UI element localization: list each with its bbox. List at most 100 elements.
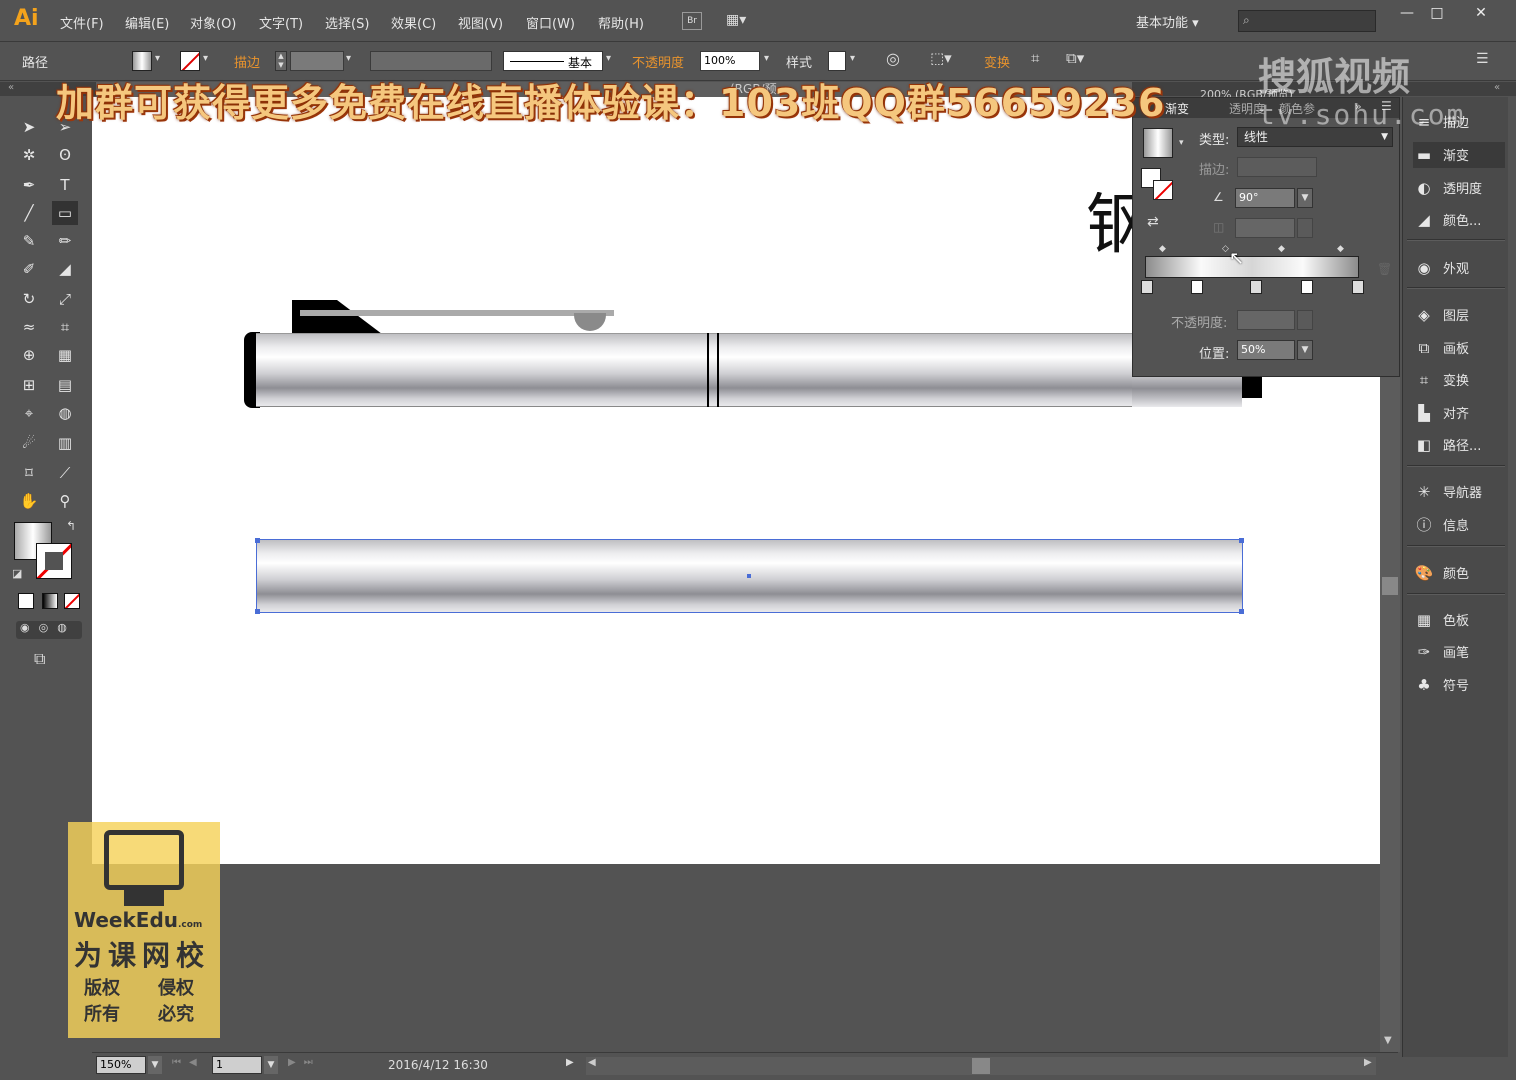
style-dropdown-icon[interactable]: ▾ [850,53,855,64]
bridge-button[interactable]: Br [682,12,702,30]
dock-color[interactable]: 🎨 颜色 [1413,560,1505,586]
artboard-number-input[interactable]: 1 [212,1056,262,1074]
rectangle-tool-icon[interactable]: ▭ [52,201,78,225]
artboard-nav-next-icons[interactable]: ▶⏭ [288,1057,321,1068]
tab-gradient[interactable]: 渐变 [1165,100,1189,117]
gradient-preview-swatch[interactable] [1143,128,1173,158]
opacity-dropdown-icon[interactable]: ▾ [764,53,769,64]
stop-location-input[interactable]: 50% [1237,340,1295,360]
brush-dropdown-icon[interactable]: ▾ [606,53,611,64]
dock-layers[interactable]: ◈ 图层 [1413,302,1505,328]
slice-tool-icon[interactable]: ⟋ [52,461,78,485]
close-button[interactable]: ✕ [1456,2,1506,24]
artboard-dropdown-icon[interactable]: ▼ [264,1056,278,1074]
selection-handle-tl[interactable] [255,538,260,543]
selection-handle-br[interactable] [1239,609,1244,614]
menu-type[interactable]: 文字(T) [259,13,303,32]
scroll-right-icon[interactable]: ▶ [1364,1057,1372,1068]
selection-center-point[interactable] [747,574,751,578]
stroke-indicator[interactable] [1153,180,1173,200]
color-stop-4[interactable] [1301,280,1313,294]
dock-align[interactable]: ▙ 对齐 [1413,400,1505,426]
dock-artboards[interactable]: ⧉ 画板 [1413,335,1505,361]
menu-edit[interactable]: 编辑(E) [125,13,169,32]
menu-effect[interactable]: 效果(C) [391,13,436,32]
dock-transform[interactable]: ⌗ 变换 [1413,367,1505,393]
midpoint-diamond-2[interactable]: ◇ [1222,244,1229,254]
stroke-dropdown-icon[interactable]: ▾ [203,53,208,64]
stroke-weight-label[interactable]: 描边 [234,52,260,71]
color-stop-1[interactable] [1141,280,1153,294]
zoom-level-input[interactable]: 150% [96,1056,146,1074]
gradient-preset-dropdown-icon[interactable]: ▾ [1179,138,1184,148]
horizontal-scrollbar[interactable]: ◀ ▶ [586,1057,1376,1075]
opacity-input[interactable]: 100% [700,51,760,71]
stroke-weight-dropdown-icon[interactable]: ▾ [346,53,351,64]
selection-handle-bl[interactable] [255,609,260,614]
stroke-color-swatch[interactable] [36,543,72,579]
menu-object[interactable]: 对象(O) [190,13,236,32]
pen-tool-icon[interactable]: ✒ [16,173,42,197]
selection-tool-icon[interactable]: ➤ [16,115,42,139]
aspect-ratio-input[interactable] [1235,218,1295,238]
panel-menu-icon[interactable]: ☰ [1476,51,1489,67]
width-tool-icon[interactable]: ≈ [16,315,42,339]
blob-brush-tool-icon[interactable]: ✐ [16,257,42,281]
fill-dropdown-icon[interactable]: ▾ [155,53,160,64]
vertical-scroll-thumb[interactable] [1382,577,1398,595]
symbol-sprayer-tool-icon[interactable]: ☄ [16,431,42,455]
midpoint-diamond-3[interactable]: ◆ [1278,244,1285,254]
dock-transparency[interactable]: ◐ 透明度 [1413,175,1505,201]
default-fill-stroke-icon[interactable]: ◪ [12,567,22,580]
rotate-tool-icon[interactable]: ↻ [16,287,42,311]
magic-wand-tool-icon[interactable]: ✲ [16,143,42,167]
pen-barrel[interactable] [256,333,1136,407]
reverse-gradient-icon[interactable]: ⇄ [1147,214,1159,230]
align-options-icon[interactable]: ⬚▾ [930,49,952,67]
artboard-tool-icon[interactable]: ⌑ [16,461,42,485]
hand-tool-icon[interactable]: ✋ [16,489,42,513]
paintbrush-tool-icon[interactable]: ✎ [16,229,42,253]
line-tool-icon[interactable]: ╱ [16,201,42,225]
zoom-dropdown-icon[interactable]: ▼ [148,1056,162,1074]
dock-navigator[interactable]: ✳ 导航器 [1413,479,1505,505]
menu-view[interactable]: 视图(V) [458,13,503,32]
minimize-button[interactable]: — [1390,2,1424,24]
menu-file[interactable]: 文件(F) [60,13,104,32]
pen-clip-bar[interactable] [300,310,614,316]
scroll-left-icon[interactable]: ◀ [588,1057,596,1068]
status-menu-icon[interactable]: ▶ [566,1057,574,1068]
maximize-button[interactable]: □ [1420,2,1454,24]
selection-handle-tr[interactable] [1239,538,1244,543]
gradient-tool-icon[interactable]: ▤ [52,373,78,397]
graphic-style-swatch[interactable] [828,51,846,71]
perspective-grid-tool-icon[interactable]: ▦ [52,343,78,367]
lasso-tool-icon[interactable]: ʘ [52,143,78,167]
mesh-tool-icon[interactable]: ⊞ [16,373,42,397]
draw-mode-buttons[interactable]: ◉◎◍ [16,621,82,639]
aspect-ratio-dropdown[interactable] [1297,218,1313,238]
menu-select[interactable]: 选择(S) [325,13,369,32]
screen-mode-icon[interactable]: ⧉ [34,649,45,669]
dock-pathfinder[interactable]: ◧ 路径... [1413,432,1505,458]
color-stop-5[interactable] [1352,280,1364,294]
variable-width-profile[interactable] [370,51,492,71]
color-stop-2[interactable] [1191,280,1203,294]
gradient-slider[interactable] [1145,256,1359,278]
dock-symbols[interactable]: ♣ 符号 [1413,672,1505,698]
gradient-mode-button[interactable] [42,593,58,609]
recolor-artwork-icon[interactable]: ◎ [886,49,900,68]
scale-tool-icon[interactable]: ⤢ [52,287,78,311]
horizontal-scroll-thumb[interactable] [972,1058,990,1074]
angle-dropdown-icon[interactable]: ▼ [1297,188,1313,208]
artboard-nav-prev-icons[interactable]: ⏮◀ [172,1057,205,1068]
eyedropper-tool-icon[interactable]: ⌖ [16,401,42,425]
scroll-down-icon[interactable]: ▼ [1384,1035,1392,1046]
shape-builder-tool-icon[interactable]: ⊕ [16,343,42,367]
stop-opacity-input[interactable] [1237,310,1295,330]
swap-fill-stroke-icon[interactable]: ↰ [66,519,76,533]
midpoint-diamond-1[interactable]: ◆ [1159,244,1166,254]
angle-input[interactable]: 90° [1235,188,1295,208]
isolate-group-icon[interactable]: ⌗ [1031,49,1039,67]
stroke-stepper[interactable]: ▲ ▼ [275,51,287,71]
